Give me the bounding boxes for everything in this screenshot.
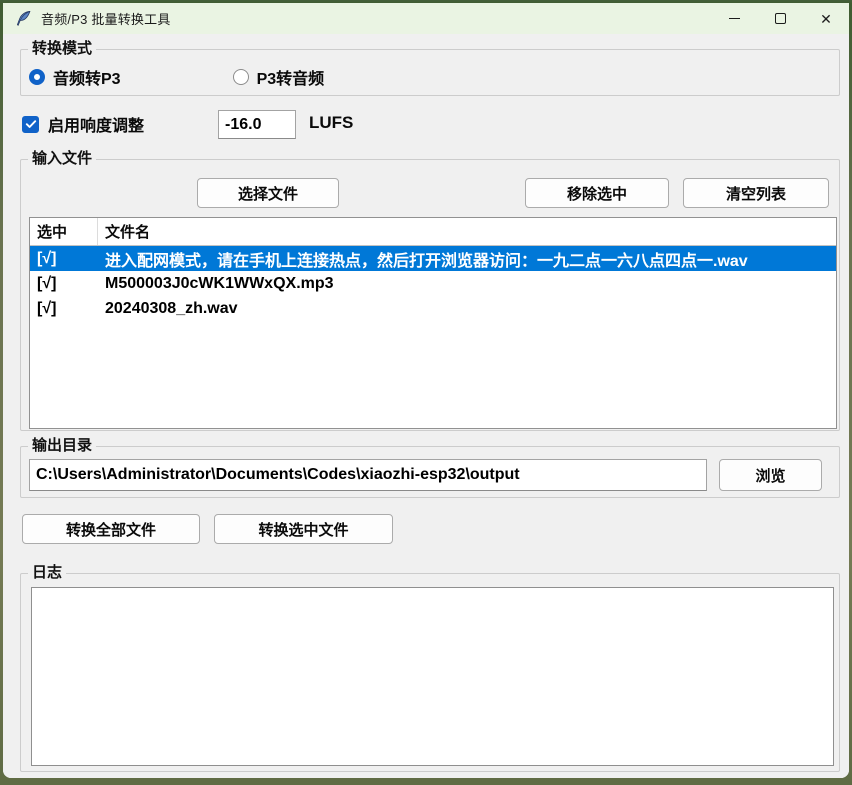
input-files-label: 输入文件 (28, 149, 96, 169)
check-icon (25, 118, 37, 130)
log-group: 日志 (20, 573, 840, 772)
conversion-mode-label: 转换模式 (28, 39, 96, 59)
main-content: 转换模式 音频转P3 P3转音频 启用响度调整 LUFS (3, 34, 849, 778)
app-window: 音频/P3 批量转换工具 ✕ 转换模式 音频转P3 P3转音频 (3, 3, 849, 778)
lufs-unit-label: LUFS (309, 113, 353, 133)
loudness-checkbox-label: 启用响度调整 (48, 112, 144, 136)
window-title: 音频/P3 批量转换工具 (41, 9, 171, 28)
mode-radio-row: 音频转P3 P3转音频 (29, 65, 324, 89)
conversion-mode-group: 转换模式 音频转P3 P3转音频 (20, 49, 840, 96)
row-filename-cell: 20240308_zh.wav (98, 300, 836, 318)
table-row[interactable]: [√] 进入配网模式，请在手机上连接热点，然后打开浏览器访问：一九二点一六八点四… (30, 246, 836, 271)
radio-unselected-icon (233, 69, 249, 85)
radio-p3-to-audio-label: P3转音频 (257, 65, 325, 89)
output-directory-label: 输出目录 (28, 436, 96, 456)
browse-button[interactable]: 浏览 (719, 459, 822, 491)
maximize-icon (775, 13, 786, 24)
lufs-value-input[interactable] (218, 110, 296, 139)
python-tk-feather-icon (15, 10, 32, 27)
radio-audio-to-p3-label: 音频转P3 (53, 65, 121, 89)
row-checked-cell: [√] (30, 275, 98, 293)
convert-all-button[interactable]: 转换全部文件 (22, 514, 200, 544)
select-files-button[interactable]: 选择文件 (197, 178, 339, 208)
output-directory-group: 输出目录 浏览 (20, 446, 840, 498)
clear-list-button[interactable]: 清空列表 (683, 178, 829, 208)
header-checked-column[interactable]: 选中 (30, 218, 98, 245)
row-checked-cell: [√] (30, 250, 98, 268)
convert-selected-button[interactable]: 转换选中文件 (214, 514, 393, 544)
minimize-icon (729, 18, 740, 19)
radio-p3-to-audio[interactable]: P3转音频 (233, 65, 325, 89)
loudness-checkbox[interactable] (22, 116, 39, 133)
row-filename-cell: M500003J0cWK1WWxQX.mp3 (98, 275, 836, 293)
file-list-table: 选中 文件名 [√] 进入配网模式，请在手机上连接热点，然后打开浏览器访问：一九… (29, 217, 837, 429)
radio-audio-to-p3[interactable]: 音频转P3 (29, 65, 121, 89)
log-label: 日志 (28, 563, 66, 583)
title-bar: 音频/P3 批量转换工具 ✕ (3, 3, 849, 34)
output-path-input[interactable] (29, 459, 707, 491)
radio-selected-icon (29, 69, 45, 85)
minimize-button[interactable] (711, 3, 757, 34)
remove-selected-button[interactable]: 移除选中 (525, 178, 669, 208)
file-table-header: 选中 文件名 (30, 218, 836, 246)
maximize-button[interactable] (757, 3, 803, 34)
row-checked-cell: [√] (30, 300, 98, 318)
input-files-group: 输入文件 选择文件 移除选中 清空列表 选中 文件名 [√] 进入配网模式，请在… (20, 159, 840, 431)
table-row[interactable]: [√] 20240308_zh.wav (30, 296, 836, 321)
close-icon: ✕ (820, 12, 832, 26)
row-filename-cell: 进入配网模式，请在手机上连接热点，然后打开浏览器访问：一九二点一六八点四点一.w… (98, 247, 836, 271)
close-button[interactable]: ✕ (803, 3, 849, 34)
table-row[interactable]: [√] M500003J0cWK1WWxQX.mp3 (30, 271, 836, 296)
log-textarea[interactable] (31, 587, 834, 766)
loudness-row: 启用响度调整 LUFS (22, 110, 144, 138)
header-filename-column[interactable]: 文件名 (98, 218, 836, 245)
caption-buttons: ✕ (711, 3, 849, 34)
